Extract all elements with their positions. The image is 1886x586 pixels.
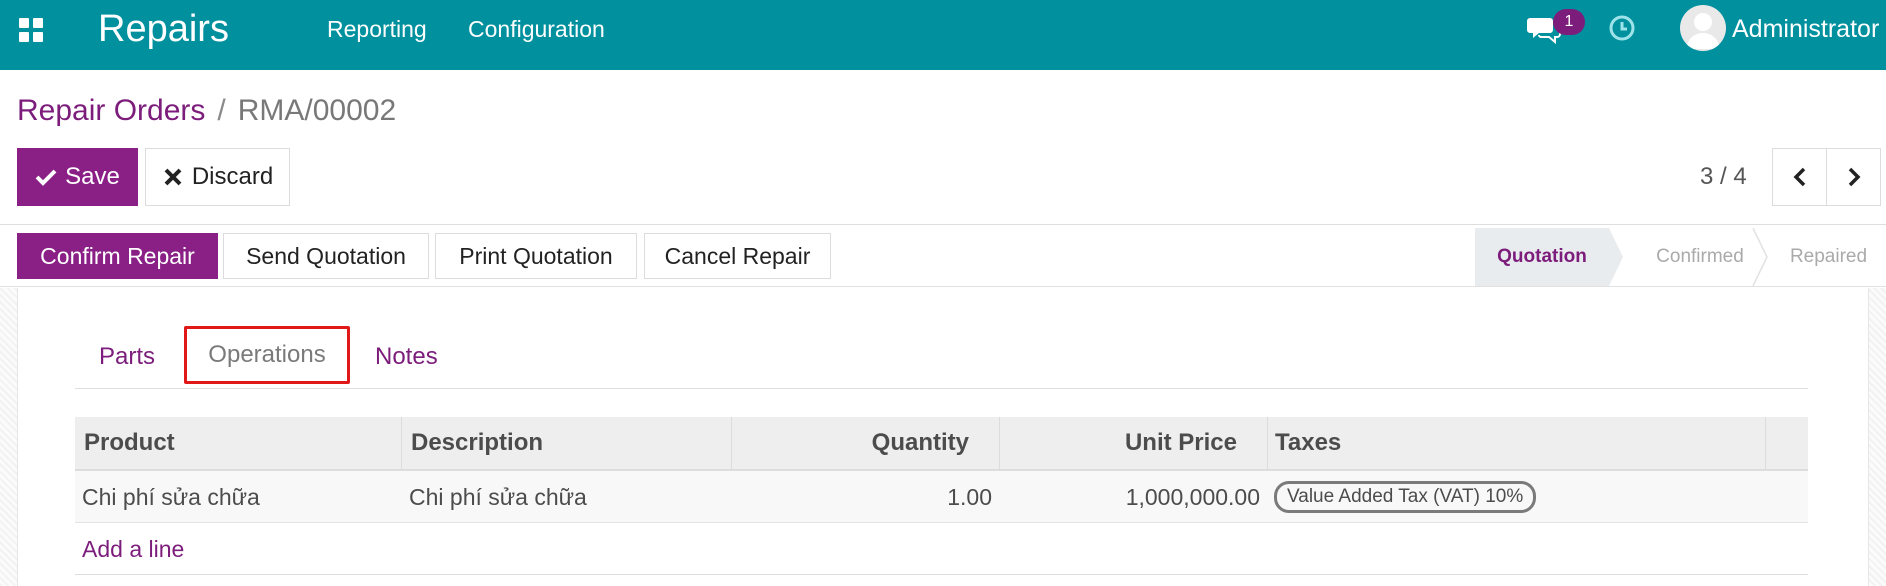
app-title[interactable]: Repairs [98, 8, 229, 51]
tax-badge: Value Added Tax (VAT) 10% [1274, 481, 1537, 513]
column-header-description[interactable]: Description [402, 417, 732, 469]
notebook-tabs: Parts Operations Notes [75, 325, 1808, 389]
stage-repaired[interactable]: Repaired [1771, 228, 1886, 286]
chat-badge: 1 [1553, 9, 1585, 35]
pager-next-button[interactable] [1826, 148, 1881, 206]
stage-separator [1752, 228, 1768, 286]
pager-previous-button[interactable] [1772, 148, 1827, 206]
save-button[interactable]: Save [17, 148, 138, 206]
add-line-row: Add a line [75, 523, 1808, 575]
discard-button[interactable]: Discard [145, 148, 290, 206]
top-navbar: Repairs Reporting Configuration 1 Admini… [0, 0, 1886, 70]
cancel-repair-button[interactable]: Cancel Repair [644, 233, 831, 279]
send-quotation-button[interactable]: Send Quotation [223, 233, 429, 279]
breadcrumb-separator: / [217, 94, 226, 127]
confirm-repair-button[interactable]: Confirm Repair [17, 233, 218, 279]
cell-description[interactable]: Chi phí sửa chữa [409, 471, 587, 523]
cell-taxes[interactable]: Value Added Tax (VAT) 10% [1274, 471, 1537, 523]
menu-reporting[interactable]: Reporting [327, 16, 427, 43]
column-header-unit-price[interactable]: Unit Price [1000, 417, 1268, 469]
stage-confirmed[interactable]: Confirmed [1635, 228, 1765, 286]
user-avatar-icon[interactable] [1680, 5, 1726, 51]
column-header-product[interactable]: Product [75, 417, 402, 469]
user-name[interactable]: Administrator [1732, 15, 1879, 44]
chevron-left-icon [1793, 167, 1805, 187]
save-button-label: Save [65, 163, 120, 190]
cell-product[interactable]: Chi phí sửa chữa [82, 471, 260, 523]
table-header: Product Description Quantity Unit Price … [75, 417, 1808, 471]
column-header-taxes[interactable]: Taxes [1268, 417, 1766, 469]
tab-parts[interactable]: Parts [99, 325, 155, 389]
cell-unit-price[interactable]: 1,000,000.00 [1000, 471, 1268, 523]
column-header-actions [1766, 417, 1808, 469]
breadcrumb: Repair Orders / RMA/00002 [17, 94, 396, 128]
x-icon [164, 168, 182, 186]
stage-arrow [1609, 228, 1623, 286]
breadcrumb-repair-orders[interactable]: Repair Orders [17, 94, 205, 127]
clock-icon[interactable] [1608, 14, 1636, 42]
pager-value[interactable]: 3 / 4 [1700, 163, 1747, 191]
check-icon [35, 169, 57, 186]
discard-button-label: Discard [191, 163, 274, 190]
cell-quantity[interactable]: 1.00 [732, 471, 1000, 523]
column-header-quantity[interactable]: Quantity [732, 417, 1000, 469]
tab-operations[interactable]: Operations [184, 326, 350, 384]
chevron-right-icon [1848, 167, 1860, 187]
apps-grid-icon[interactable] [19, 18, 43, 42]
stage-pipeline: Quotation Confirmed Repaired [1475, 228, 1886, 286]
form-statusbar: Confirm Repair Send Quotation Print Quot… [0, 225, 1886, 287]
stage-quotation[interactable]: Quotation [1475, 228, 1609, 286]
print-quotation-button[interactable]: Print Quotation [435, 233, 637, 279]
tab-notes[interactable]: Notes [375, 325, 438, 389]
add-line-link[interactable]: Add a line [82, 523, 184, 575]
breadcrumb-current: RMA/00002 [237, 94, 397, 127]
menu-configuration[interactable]: Configuration [468, 16, 605, 43]
table-row[interactable]: Chi phí sửa chữa Chi phí sửa chữa 1.00 1… [75, 471, 1808, 523]
